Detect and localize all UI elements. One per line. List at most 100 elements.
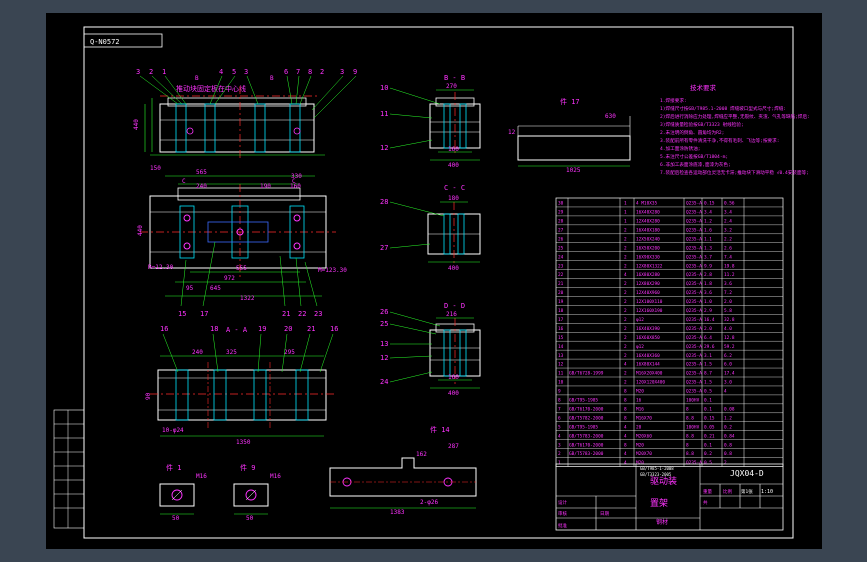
svg-text:25: 25 bbox=[380, 320, 388, 328]
bom-cell-w1: 0.1 bbox=[704, 442, 712, 448]
section-aa-label: A - A bbox=[226, 326, 248, 334]
bom-cell-code: GB/T5782-2000 bbox=[569, 415, 604, 421]
bom-cell-w1: 1.5 bbox=[704, 362, 712, 368]
bom-cell-mat: Q235-A bbox=[686, 362, 702, 368]
svg-text:400: 400 bbox=[448, 162, 459, 169]
bom-cell-name: φ12 bbox=[636, 344, 644, 350]
bom-cell-w2: 59.2 bbox=[724, 344, 735, 350]
note-line: 3.装配前所有零件清洗干净,不得有毛刺、飞边等;按要求: bbox=[660, 137, 780, 144]
bom-cell-no: 1 bbox=[558, 460, 561, 466]
bom-cell-qty: 2 bbox=[624, 317, 627, 323]
svg-text:2-φ26: 2-φ26 bbox=[420, 499, 438, 506]
bom-cell-code: GB/T5783-2000 bbox=[569, 451, 604, 457]
svg-text:555: 555 bbox=[236, 265, 247, 272]
bom-cell-w2: 4 bbox=[724, 389, 727, 395]
svg-text:C: C bbox=[182, 178, 186, 185]
svg-text:设计: 设计 bbox=[558, 499, 567, 506]
bom-cell-mat: Q235-A bbox=[686, 245, 702, 251]
svg-text:10-φ24: 10-φ24 bbox=[162, 427, 184, 434]
svg-text:7: 7 bbox=[296, 68, 300, 76]
svg-text:50: 50 bbox=[172, 515, 180, 522]
bom-cell-name: M20 bbox=[636, 442, 644, 448]
svg-text:90: 90 bbox=[145, 392, 152, 400]
bom-cell-qty: 1 bbox=[624, 219, 627, 225]
bom-cell-mat: Q235-A bbox=[686, 299, 702, 305]
svg-text:2: 2 bbox=[149, 68, 153, 76]
bom-cell-mat: Q235-A bbox=[686, 227, 702, 233]
svg-text:1350: 1350 bbox=[236, 439, 251, 446]
bom-cell-mat: Q235-A bbox=[686, 272, 702, 278]
bom-cell-name: 16X90X330 bbox=[636, 254, 660, 260]
svg-text:180: 180 bbox=[448, 195, 459, 202]
note-line: 5.未注尺寸公差按GB/T1804-m; bbox=[660, 153, 728, 160]
svg-text:28: 28 bbox=[380, 198, 388, 206]
bom-cell-mat: Q235-A bbox=[686, 371, 702, 377]
bom-cell-w1: 0.05 bbox=[704, 424, 715, 430]
bom-cell-no: 28 bbox=[558, 219, 564, 225]
bom-cell-w2: 0.84 bbox=[724, 433, 735, 439]
bom-cell-w2: 0.8 bbox=[724, 442, 732, 448]
bom-cell-mat: 8 bbox=[686, 442, 689, 448]
front-dim-height: 440 bbox=[133, 119, 140, 130]
bom-cell-name: M16 bbox=[636, 406, 644, 412]
bom-cell-w2: 0.08 bbox=[724, 406, 735, 412]
svg-text:287: 287 bbox=[448, 443, 459, 450]
bom-cell-code: GB/T6728-1999 bbox=[569, 371, 604, 377]
bom-cell-w2: 7.2 bbox=[724, 290, 732, 296]
bom-cell-w1: 3.1 bbox=[704, 353, 712, 359]
bom-cell-qty: 2 bbox=[624, 290, 627, 296]
bom-cell-w1: 0.1 bbox=[704, 406, 712, 412]
front-view-note: 推动块固定板在中心线 bbox=[176, 84, 246, 93]
bom-cell-w1: 2.8 bbox=[704, 272, 712, 278]
svg-text:16: 16 bbox=[330, 325, 338, 333]
svg-text:件 9: 件 9 bbox=[240, 463, 255, 472]
svg-text:2: 2 bbox=[320, 68, 324, 76]
note-line: 7.装配后检查各运动部位灵活无卡滞;推动块下滑动平稳 √0.4安装面等; bbox=[660, 169, 809, 176]
bom-cell-no: 20 bbox=[558, 290, 564, 296]
bom-cell-name: M16X70 bbox=[636, 415, 652, 421]
bom-cell-no: 30 bbox=[558, 201, 564, 207]
bom-cell-mat: Q235-A bbox=[686, 236, 702, 242]
bom-cell-code: GB/T5783-2000 bbox=[569, 433, 604, 439]
svg-text:重量: 重量 bbox=[703, 488, 712, 495]
bom-cell-mat: Q235-A bbox=[686, 326, 702, 332]
svg-text:325: 325 bbox=[226, 349, 237, 356]
bom-cell-w1: 6.4 bbox=[704, 335, 712, 341]
drawing-name-2: 置架 bbox=[650, 498, 668, 509]
svg-text:27: 27 bbox=[380, 244, 388, 252]
note-line: 3)焊缝质量检验按GB/T3323 射线检验; bbox=[660, 121, 744, 128]
svg-text:24: 24 bbox=[380, 378, 388, 386]
bom-cell-no: 19 bbox=[558, 299, 564, 305]
bom-cell-code: GB/T6170-2000 bbox=[569, 442, 604, 448]
svg-text:21: 21 bbox=[282, 310, 290, 318]
bom-cell-qty: 2 bbox=[624, 380, 627, 386]
bom-cell-w2: 0.8 bbox=[724, 451, 732, 457]
bom-cell-w2: 19.8 bbox=[724, 263, 735, 269]
bom-cell-w2: 0.56 bbox=[724, 201, 735, 207]
bom-cell-w1: 2.0 bbox=[704, 326, 712, 332]
svg-text:M=123.30: M=123.30 bbox=[318, 267, 347, 274]
bom-cell-mat: Q235-A bbox=[686, 290, 702, 296]
bom-cell-w1: 0.21 bbox=[704, 433, 715, 439]
bom-cell-w2: 12.8 bbox=[724, 335, 735, 341]
bom-cell-qty: 2 bbox=[624, 371, 627, 377]
bom-cell-w1: 0.15 bbox=[704, 201, 715, 207]
bom-cell-mat: 8.8 bbox=[686, 433, 694, 439]
svg-text:GB/T985-1-2008: GB/T985-1-2008 bbox=[640, 466, 674, 471]
bom-cell-w1: 3.7 bbox=[704, 254, 712, 260]
bom-cell-w2: 2.2 bbox=[724, 236, 732, 242]
bom-cell-qty: 4 bbox=[624, 272, 627, 278]
bom-cell-qty: 8 bbox=[624, 442, 627, 448]
bom-cell-mat: 8 bbox=[686, 406, 689, 412]
svg-text:190: 190 bbox=[260, 183, 271, 190]
bom-cell-code: GB/T95-1985 bbox=[569, 424, 598, 430]
svg-text:240: 240 bbox=[196, 183, 207, 190]
bom-cell-w2: 6.0 bbox=[724, 362, 732, 368]
svg-text:R=12.30: R=12.30 bbox=[148, 264, 174, 271]
bom-cell-w2: 0.2 bbox=[724, 424, 732, 430]
bom-cell-no: 7 bbox=[558, 406, 561, 412]
front-dim-150: 150 bbox=[150, 165, 161, 172]
bom-cell-no: 25 bbox=[558, 245, 564, 251]
bom-cell-qty: 2 bbox=[624, 281, 627, 287]
drawing-number: JQX04-D bbox=[730, 469, 764, 478]
